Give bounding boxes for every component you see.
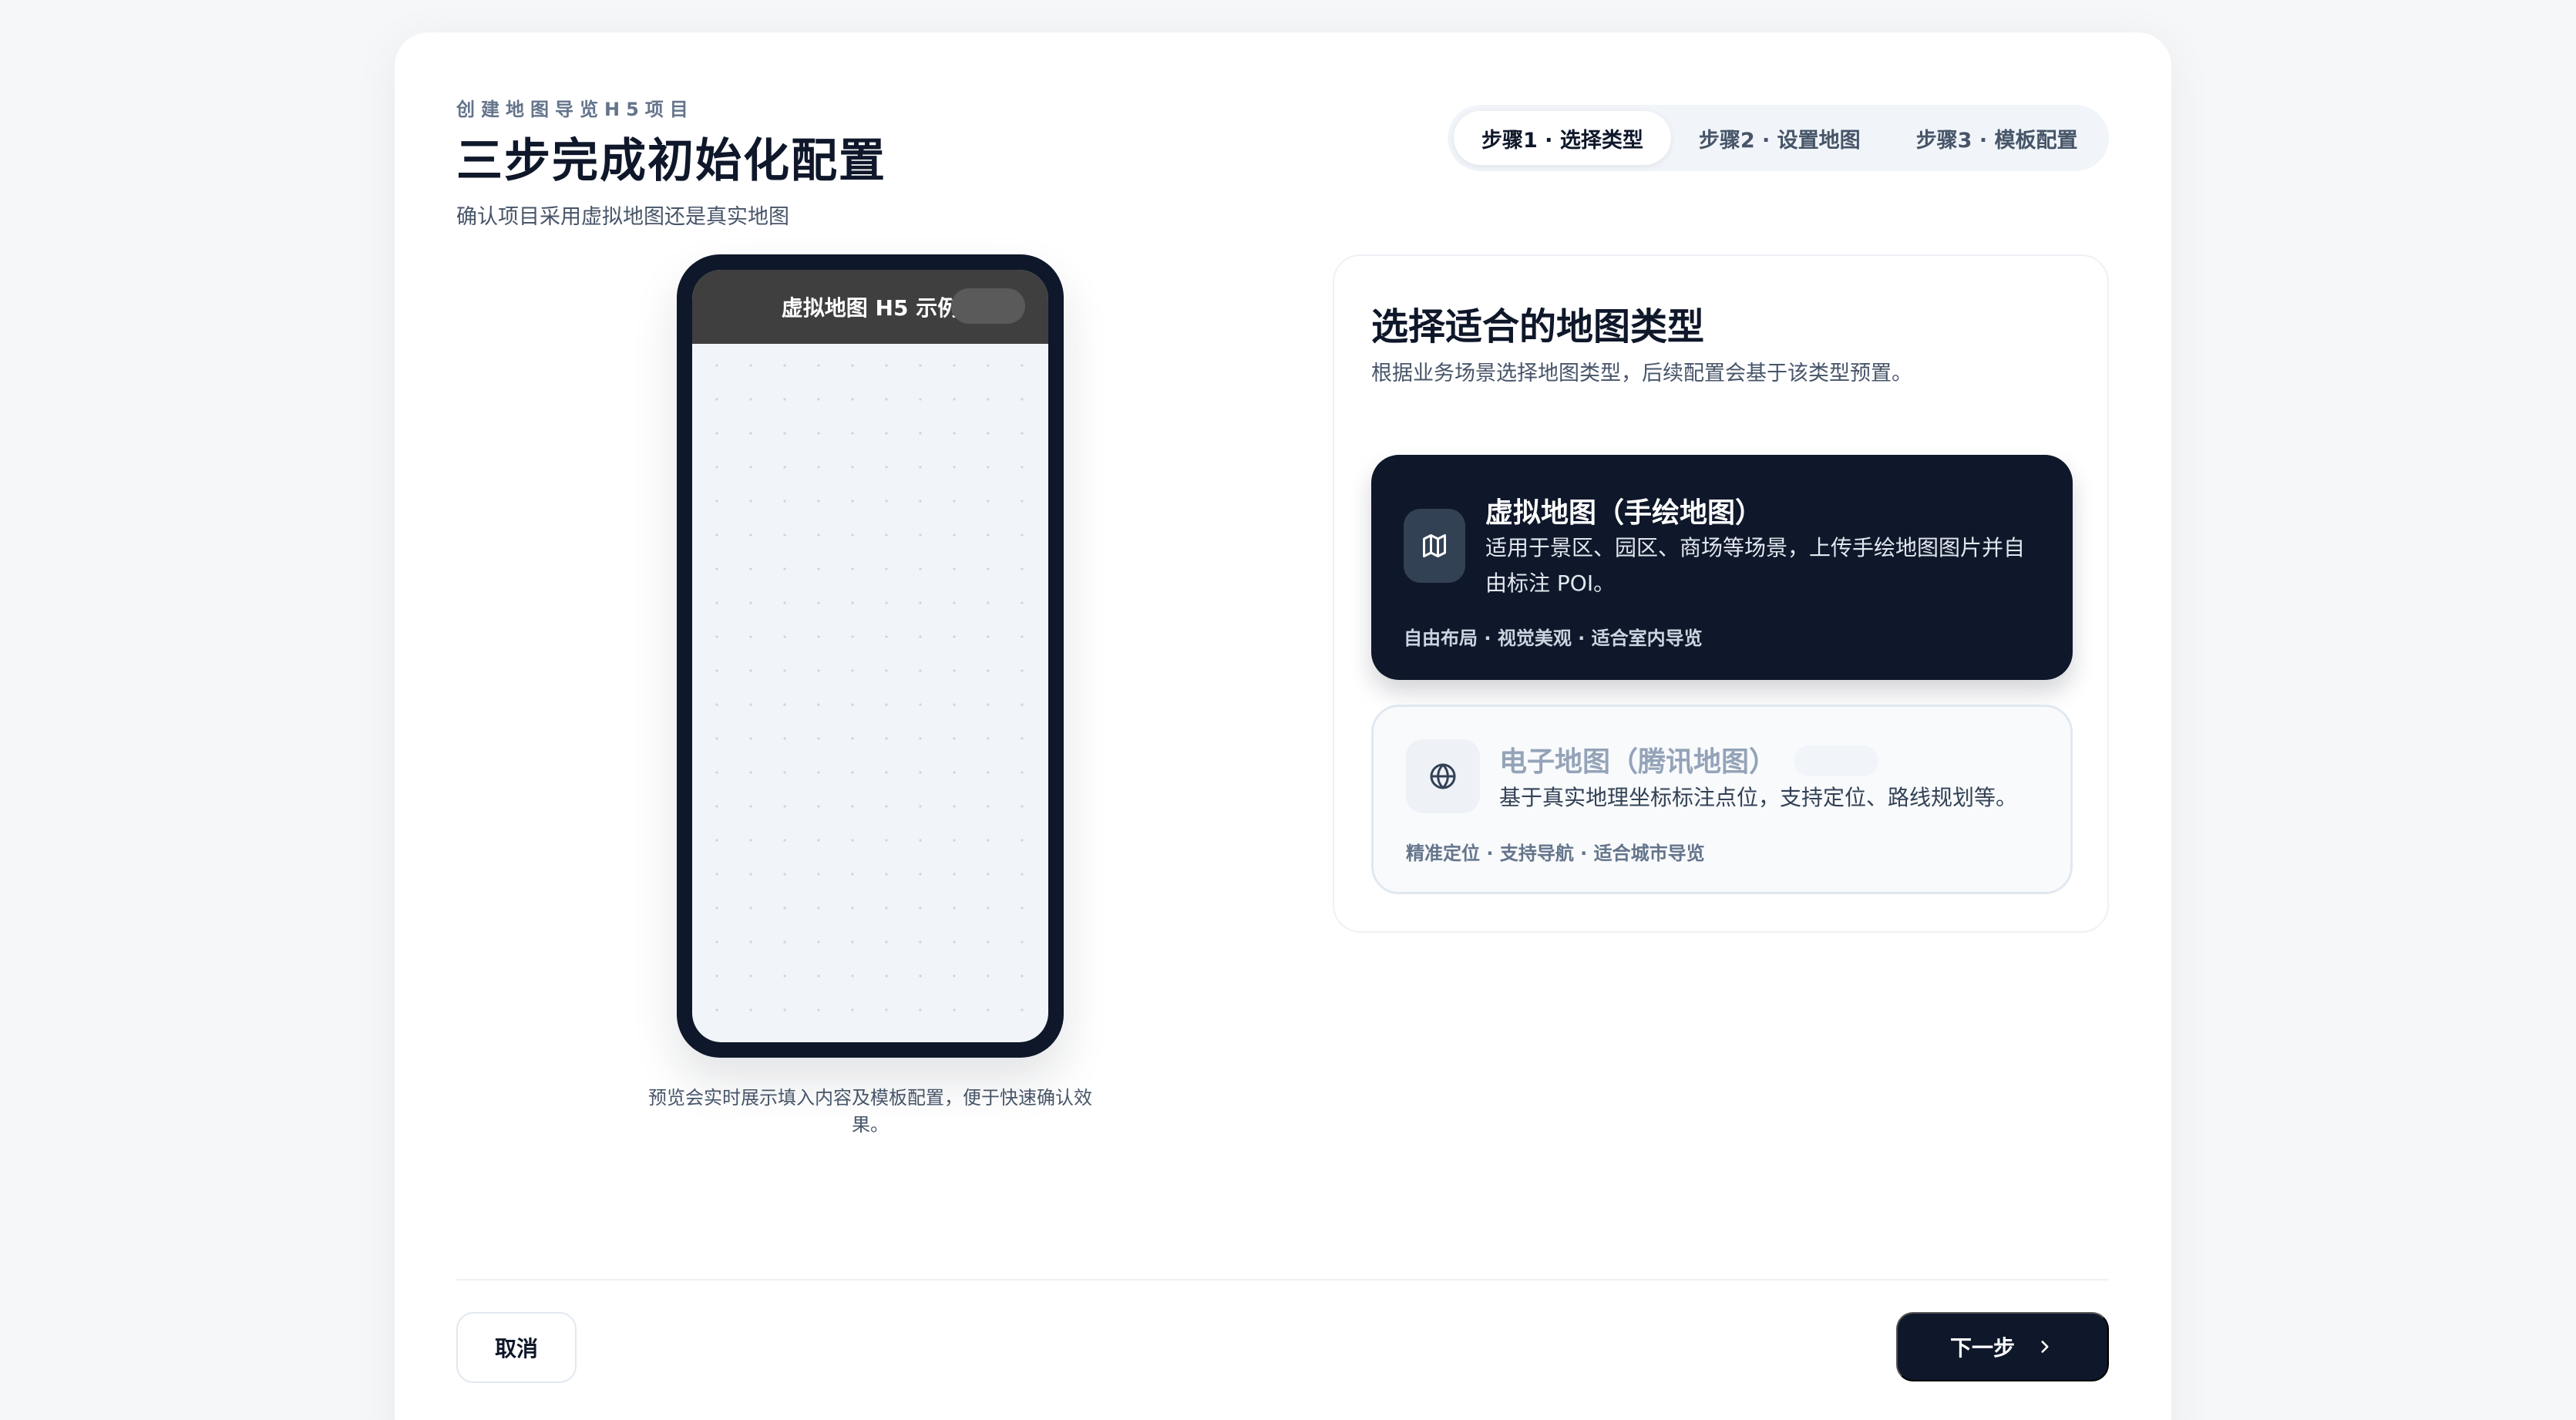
phone-header: 虚拟地图 H5 示例 bbox=[692, 270, 1048, 344]
cancel-button[interactable]: 取消 bbox=[456, 1312, 577, 1383]
phone-title: 虚拟地图 H5 示例 bbox=[781, 295, 960, 321]
tab-step-2[interactable]: 步骤2 · 设置地图 bbox=[1671, 111, 1888, 165]
eyebrow-label: 创建地图导览H5项目 bbox=[456, 99, 694, 120]
option-title: 虚拟地图（手绘地图） bbox=[1485, 497, 1764, 529]
option-tags: 自由布局 · 视觉美观 · 适合室内导览 bbox=[1404, 628, 1703, 649]
phone-screen: 虚拟地图 H5 示例 bbox=[692, 270, 1048, 1042]
option-description: 适用于景区、园区、商场等场景，上传手绘地图图片并自由标注 POI。 bbox=[1485, 535, 2026, 596]
panel-title: 选择适合的地图类型 bbox=[1371, 305, 1705, 348]
map-icon bbox=[1404, 509, 1465, 583]
tab-step-3[interactable]: 步骤3 · 模板配置 bbox=[1888, 111, 2106, 165]
chevron-right-icon bbox=[2041, 1341, 2049, 1353]
phone-preview: 虚拟地图 H5 示例 bbox=[677, 254, 1064, 1058]
option-description: 基于真实地理坐标标注点位，支持定位、路线规划等。 bbox=[1499, 785, 2018, 810]
panel-subtitle: 根据业务场景选择地图类型，后续配置会基于该类型预置。 bbox=[1371, 362, 1912, 385]
option-virtual-map[interactable]: 虚拟地图（手绘地图） 适用于景区、园区、商场等场景，上传手绘地图图片并自由标注 … bbox=[1371, 455, 2073, 680]
preview-caption: 预览会实时展示填入内容及模板配置，便于快速确认效果。 bbox=[648, 1087, 1092, 1136]
step-tabs: 步骤1 · 选择类型 步骤2 · 设置地图 步骤3 · 模板配置 bbox=[1448, 105, 2109, 171]
globe-icon bbox=[1406, 739, 1480, 813]
option-tags: 精准定位 · 支持导航 · 适合城市导览 bbox=[1406, 843, 1705, 864]
next-button-label: 下一步 bbox=[1949, 1336, 2015, 1360]
option-title: 电子地图（腾讯地图） bbox=[1499, 746, 1777, 778]
next-button[interactable]: 下一步 bbox=[1896, 1312, 2109, 1381]
page-subtitle: 确认项目采用虚拟地图还是真实地图 bbox=[456, 205, 789, 229]
page-title: 三步完成初始化配置 bbox=[456, 134, 886, 188]
map-type-panel: 选择适合的地图类型 根据业务场景选择地图类型，后续配置会基于该类型预置。 虚拟地… bbox=[1333, 254, 2109, 933]
option-electronic-map[interactable]: 电子地图（腾讯地图） 基于真实地理坐标标注点位，支持定位、路线规划等。 精准定位… bbox=[1371, 705, 2073, 894]
phone-capsule bbox=[951, 288, 1025, 324]
tab-step-1[interactable]: 步骤1 · 选择类型 bbox=[1454, 111, 1671, 165]
option-badge bbox=[1794, 745, 1878, 776]
main-card: 创建地图导览H5项目 三步完成初始化配置 确认项目采用虚拟地图还是真实地图 步骤… bbox=[395, 32, 2171, 1420]
footer-divider bbox=[456, 1279, 2109, 1280]
